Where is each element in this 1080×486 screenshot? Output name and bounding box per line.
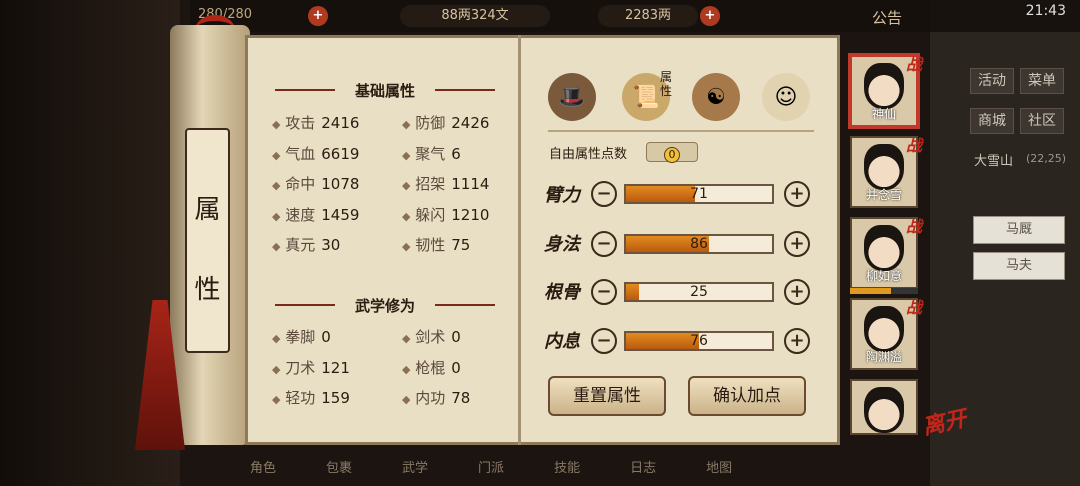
attr-parry: ◆ 招架 1114: [402, 175, 490, 193]
martial-inner: ◆ 内功 78: [402, 389, 471, 407]
plus-constitution-button[interactable]: +: [784, 279, 810, 305]
npc-groom-button[interactable]: 马夫: [973, 252, 1065, 280]
monk-icon[interactable]: ☺: [762, 73, 810, 121]
reset-attributes-button[interactable]: 重置属性: [548, 376, 666, 416]
tab-character[interactable]: 角色: [250, 457, 276, 476]
minus-strength-button[interactable]: −: [591, 181, 617, 207]
notice-button[interactable]: 公告: [872, 7, 902, 28]
character-name: 陶渊溢: [865, 350, 902, 364]
battle-tag: 战: [905, 136, 922, 155]
inner-breath-value: 76: [690, 333, 708, 349]
bagua-icon[interactable]: ☯: [692, 73, 740, 121]
confirm-points-button[interactable]: 确认加点: [688, 376, 806, 416]
martial-fist: ◆ 拳脚 0: [272, 328, 331, 346]
attr-tab-label: 属性: [660, 70, 673, 98]
battle-tag: 战: [905, 55, 922, 74]
stat-label-agility: 身法: [544, 234, 580, 255]
character-portrait: [864, 144, 904, 190]
ingot-display: 2283两: [598, 5, 698, 27]
character-portrait: [864, 306, 904, 352]
stat-label-strength: 臂力: [544, 185, 580, 206]
tab-martial[interactable]: 武学: [402, 457, 428, 476]
character-portrait: [864, 387, 904, 433]
attr-toughness: ◆ 韧性 75: [402, 236, 471, 254]
martial-lightness: ◆ 轻功 159: [272, 389, 350, 407]
title-decoration: [275, 89, 335, 91]
tab-map[interactable]: 地图: [706, 457, 732, 476]
inner-breath-bar: 76: [624, 331, 774, 351]
free-points-box: 0: [646, 142, 698, 163]
character-name: 并念雪: [865, 188, 902, 202]
martial-arts-title: 武学修为: [354, 297, 415, 315]
tab-sect[interactable]: 门派: [478, 457, 504, 476]
clock: 21:43: [1025, 3, 1066, 19]
character-portrait: [864, 225, 904, 271]
attr-attack: ◆ 攻击 2416: [272, 114, 360, 132]
martial-sword: ◆ 剑术 0: [402, 328, 461, 346]
martial-spear: ◆ 枪棍 0: [402, 359, 461, 377]
strength-bar: 71: [624, 184, 774, 204]
roster-card[interactable]: 陶渊溢 战: [850, 298, 922, 370]
stat-label-constitution: 根骨: [544, 282, 580, 303]
roster-card[interactable]: 神仙 战: [850, 55, 922, 127]
location-name: 大雪山: [974, 154, 1014, 169]
money-display: 88两324文: [400, 5, 550, 27]
martial-blade: ◆ 刀术 121: [272, 359, 350, 377]
agility-bar: 86: [624, 234, 774, 254]
plus-agility-button[interactable]: +: [784, 231, 810, 257]
tab-log[interactable]: 日志: [630, 457, 656, 476]
attr-dodge: ◆ 躲闪 1210: [402, 206, 490, 224]
hat-icon[interactable]: 🎩: [548, 73, 596, 121]
location-coords: (22,25): [1026, 152, 1067, 165]
activity-button[interactable]: 活动: [970, 68, 1014, 94]
constitution-bar: 25: [624, 282, 774, 302]
agility-value: 86: [690, 236, 708, 252]
constitution-value: 25: [690, 284, 708, 300]
character-name: 柳如意: [865, 269, 902, 283]
battle-tag: 战: [905, 298, 922, 317]
title-decoration: [435, 89, 495, 91]
menu-button[interactable]: 菜单: [1020, 68, 1064, 94]
add-stamina-button[interactable]: +: [308, 6, 328, 26]
attr-defense: ◆ 防御 2426: [402, 114, 490, 132]
character-name: 神仙: [871, 107, 896, 121]
free-points-value: 0: [664, 147, 680, 163]
attr-accuracy: ◆ 命中 1078: [272, 175, 360, 193]
attr-hp: ◆ 气血 6619: [272, 145, 360, 163]
progress-fill: [850, 288, 891, 294]
plus-inner-breath-button[interactable]: +: [784, 328, 810, 354]
basic-attributes-title: 基础属性: [354, 82, 415, 100]
attr-gather-qi: ◆ 聚气 6: [402, 145, 461, 163]
minus-constitution-button[interactable]: −: [591, 279, 617, 305]
stat-label-inner-breath: 内息: [544, 331, 580, 352]
title-decoration: [435, 304, 495, 306]
plus-strength-button[interactable]: +: [784, 181, 810, 207]
top-status-bar: 280/280 + 88两324文 2283两 +: [190, 0, 1080, 32]
roster-card[interactable]: [850, 379, 918, 435]
attr-speed: ◆ 速度 1459: [272, 206, 360, 224]
bottom-tab-bar: 角色 包裹 武学 门派 技能 日志 地图: [230, 446, 840, 486]
tab-skill[interactable]: 技能: [554, 457, 580, 476]
npc-stable-button[interactable]: 马厩: [973, 216, 1065, 244]
title-decoration: [275, 304, 335, 306]
add-ingot-button[interactable]: +: [700, 6, 720, 26]
shop-button[interactable]: 商城: [970, 108, 1014, 134]
battle-tag: 战: [905, 217, 922, 236]
free-points-label: 自由属性点数: [549, 147, 628, 162]
divider: [548, 130, 814, 132]
minus-inner-breath-button[interactable]: −: [591, 328, 617, 354]
character-portrait: [864, 63, 904, 109]
page-fold: [518, 35, 521, 445]
minus-agility-button[interactable]: −: [591, 231, 617, 257]
attr-true-yuan: ◆ 真元 30: [272, 236, 341, 254]
community-button[interactable]: 社区: [1020, 108, 1064, 134]
roster-card[interactable]: 柳如意 战: [850, 217, 922, 289]
strength-value: 71: [690, 186, 708, 202]
scroll-title: 属 性: [185, 128, 230, 353]
roster-card[interactable]: 并念雪 战: [850, 136, 922, 208]
tab-inventory[interactable]: 包裹: [326, 457, 352, 476]
